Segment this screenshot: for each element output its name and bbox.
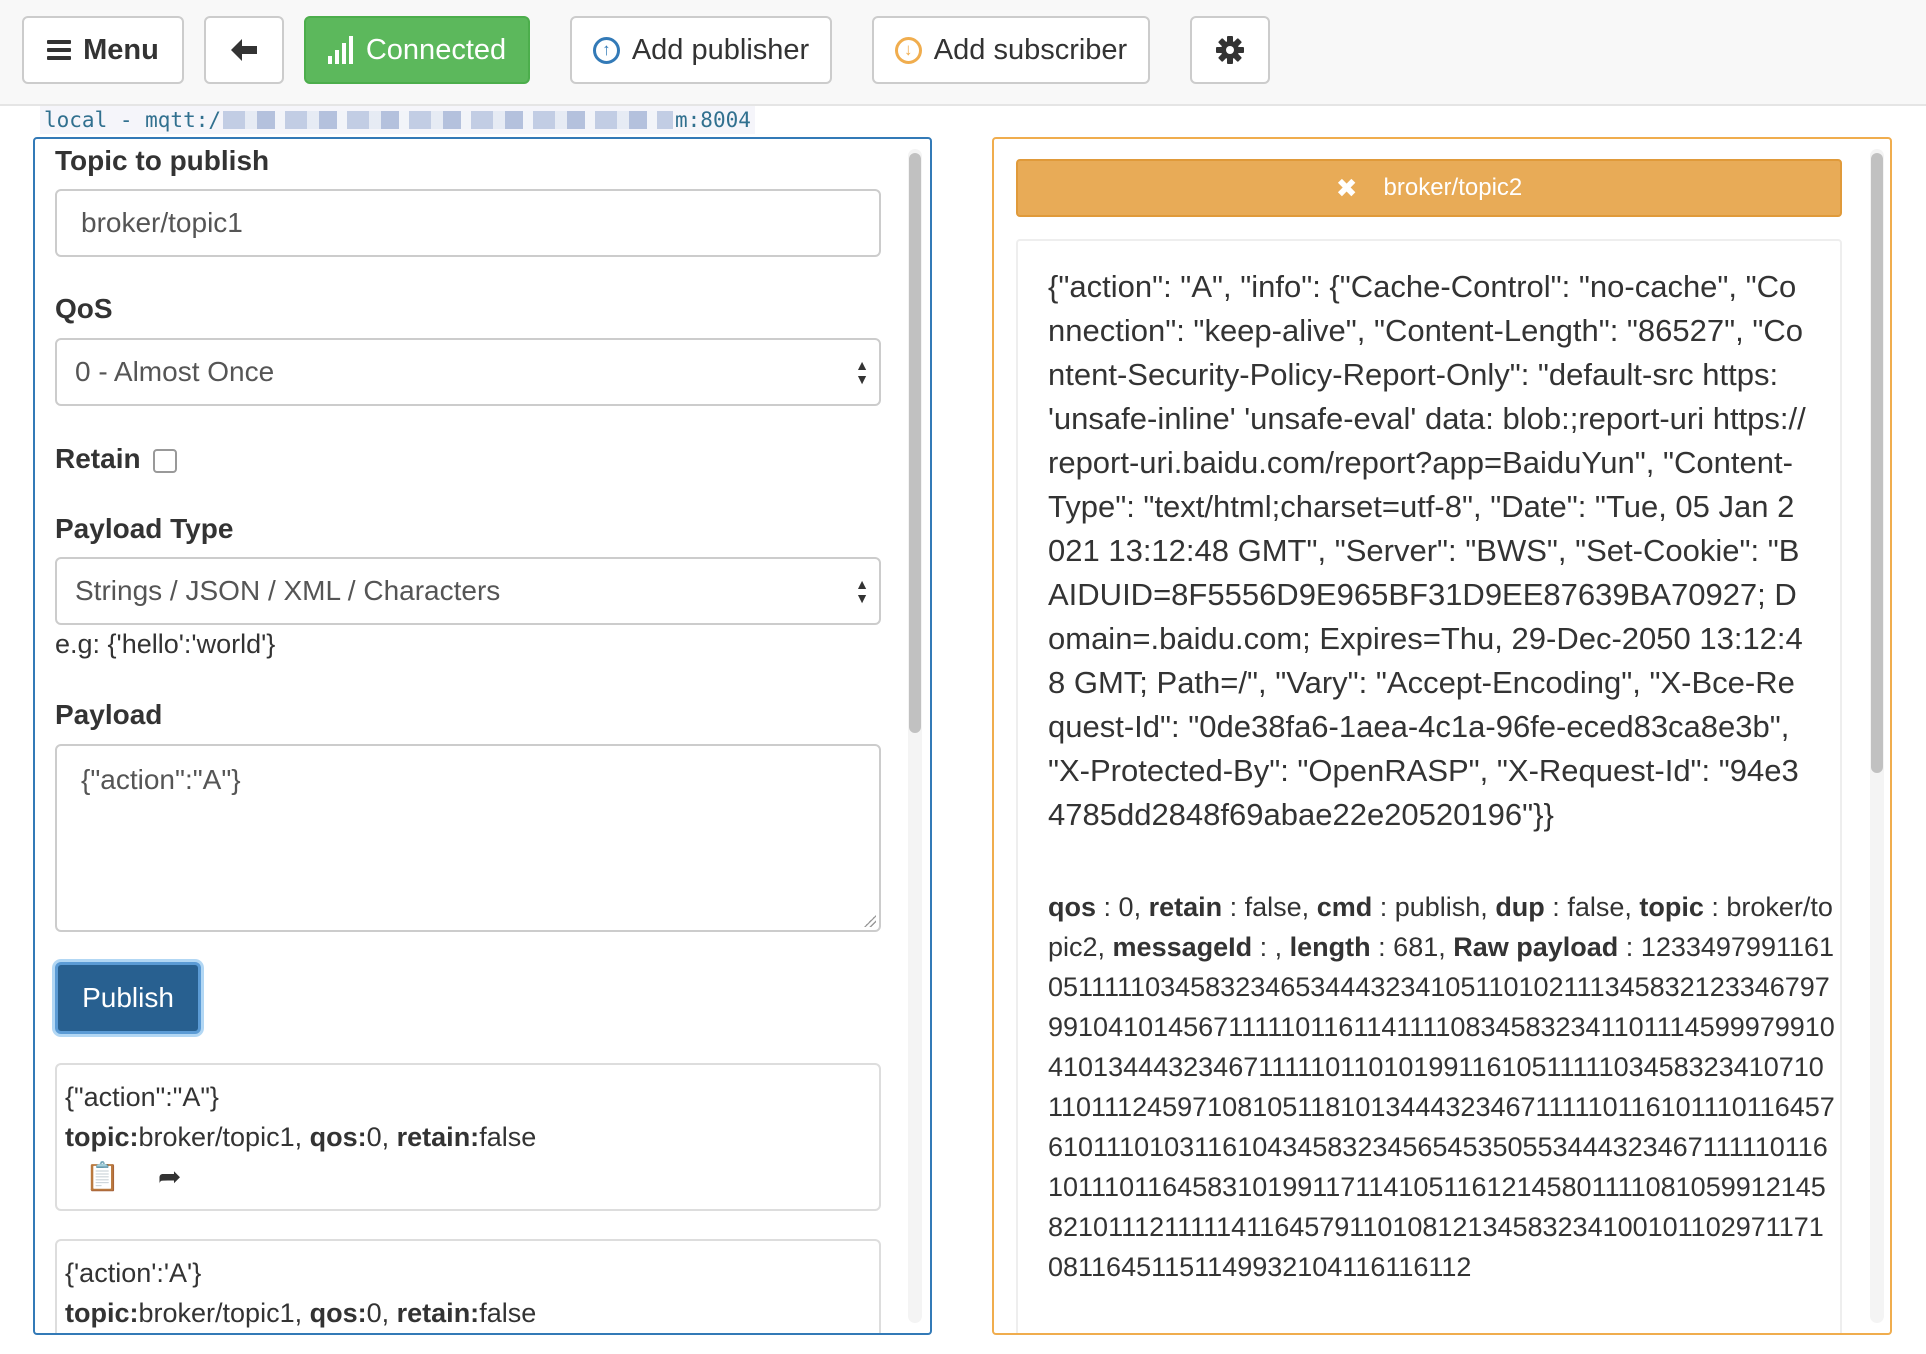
meta-key: qos	[1048, 892, 1097, 922]
add-subscriber-button[interactable]: ↓ Add subscriber	[872, 16, 1150, 84]
history-meta: topic:broker/topic1, qos:0, retain:false	[65, 1122, 537, 1152]
qos-select[interactable]: 0 - Almost Once ▲ ▼	[55, 338, 881, 406]
toolbar: Menu Connected ↑ Add publisher ↓ Add sub…	[0, 0, 1926, 106]
topic-value: broker/topic1	[138, 1122, 295, 1152]
qos-key: qos:	[309, 1122, 367, 1152]
connection-suffix: m:8004	[675, 108, 751, 132]
retain-checkbox[interactable]	[153, 449, 177, 473]
topic-value: broker/topic1	[138, 1298, 295, 1328]
add-publisher-label: Add publisher	[631, 33, 810, 66]
payload-type-value: Strings / JSON / XML / Characters	[75, 575, 501, 606]
add-subscriber-label: Add subscriber	[933, 33, 1128, 66]
history-item: {"action":"A"} topic:broker/topic1, qos:…	[55, 1063, 881, 1211]
arrow-down-circle-icon: ↓	[894, 36, 922, 64]
publish-button[interactable]: Publish	[55, 962, 201, 1034]
meta-value: false	[1244, 892, 1302, 922]
payload-textarea[interactable]: {"action":"A"}	[55, 744, 881, 932]
topic-key: topic:	[65, 1122, 139, 1152]
connected-label: Connected	[365, 33, 507, 66]
add-publisher-button[interactable]: ↑ Add publisher	[570, 16, 832, 84]
retain-label: Retain	[55, 443, 141, 474]
meta-key: dup	[1495, 892, 1545, 922]
close-icon[interactable]: ✖	[1336, 173, 1358, 204]
meta-key: topic	[1639, 892, 1704, 922]
menu-label: Menu	[83, 33, 159, 66]
qos-select-value: 0 - Almost Once	[75, 356, 275, 387]
qos-value: 0	[366, 1122, 382, 1152]
qos-value: 0	[366, 1298, 382, 1328]
connected-button[interactable]: Connected	[304, 16, 530, 84]
scrollbar-thumb[interactable]	[909, 153, 921, 733]
hamburger-icon	[47, 40, 72, 60]
meta-key: Raw payload	[1453, 932, 1619, 962]
history-item: {'action':'A'} topic:broker/topic1, qos:…	[55, 1239, 881, 1333]
redacted-host	[223, 111, 674, 129]
history-message: {'action':'A'}	[65, 1258, 202, 1288]
retain-key: retain:	[396, 1122, 480, 1152]
message-box: {"action": "A", "info": {"Cache-Control"…	[1016, 239, 1842, 1333]
subscriber-header: ✖ broker/topic2	[1016, 159, 1842, 217]
select-arrows-icon: ▲ ▼	[855, 576, 869, 606]
qos-key: qos:	[309, 1298, 367, 1328]
topic-input[interactable]: broker/topic1	[55, 189, 881, 257]
history-message: {"action":"A"}	[65, 1082, 219, 1112]
qos-label: QoS	[55, 293, 113, 324]
gear-icon	[1216, 36, 1244, 64]
payload-label: Payload	[55, 699, 163, 730]
share-icon[interactable]: ➦	[158, 1157, 181, 1197]
message-payload: {"action": "A", "info": {"Cache-Control"…	[1048, 269, 1806, 832]
retain-value: false	[479, 1122, 537, 1152]
scrollbar-thumb[interactable]	[1871, 153, 1883, 773]
meta-key: messageId	[1112, 932, 1253, 962]
back-button[interactable]	[204, 16, 284, 84]
meta-key: length	[1289, 932, 1371, 962]
meta-value: 681	[1393, 932, 1439, 962]
topic-key: topic:	[65, 1298, 139, 1328]
meta-value: false	[1567, 892, 1625, 922]
arrow-up-circle-icon: ↑	[592, 36, 620, 64]
payload-value: {"action":"A"}	[81, 764, 241, 795]
subscriber-topic: broker/topic2	[1383, 174, 1523, 201]
subscriber-scrollbar[interactable]	[1870, 149, 1884, 1323]
publisher-panel: Topic to publish broker/topic1 QoS 0 - A…	[33, 137, 932, 1335]
connection-prefix: local - mqtt:/	[44, 108, 222, 132]
select-arrows-icon: ▲ ▼	[855, 357, 869, 387]
meta-value: publish	[1394, 892, 1481, 922]
raw-payload-value: 1233497991161051111103458323465344432341…	[1048, 932, 1835, 1282]
menu-button[interactable]: Menu	[22, 16, 184, 84]
arrow-left-icon	[231, 39, 257, 61]
history-actions: 📋 ➦	[65, 1157, 871, 1197]
clipboard-icon[interactable]: 📋	[85, 1157, 120, 1197]
subscriber-panel: ✖ broker/topic2 {"action": "A", "info": …	[992, 137, 1892, 1335]
connection-label: local - mqtt:/ m:8004	[40, 106, 755, 134]
meta-key: cmd	[1316, 892, 1373, 922]
retain-value: false	[479, 1298, 537, 1328]
meta-value: 0	[1118, 892, 1134, 922]
message-meta: qos : 0, retain : false, cmd : publish, …	[1048, 892, 1835, 1282]
settings-button[interactable]	[1190, 16, 1270, 84]
topic-label: Topic to publish	[55, 145, 270, 176]
payload-type-label: Payload Type	[55, 513, 234, 544]
payload-help-text: e.g: {'hello':'world'}	[55, 629, 276, 659]
resize-handle[interactable]	[864, 915, 876, 927]
signal-icon	[327, 36, 353, 64]
payload-type-select[interactable]: Strings / JSON / XML / Characters ▲ ▼	[55, 557, 881, 625]
retain-key: retain:	[396, 1298, 480, 1328]
publisher-scrollbar[interactable]	[908, 149, 922, 1323]
history-meta: topic:broker/topic1, qos:0, retain:false	[65, 1298, 537, 1328]
publisher-form: Topic to publish broker/topic1 QoS 0 - A…	[35, 139, 915, 1333]
meta-key: retain	[1148, 892, 1223, 922]
